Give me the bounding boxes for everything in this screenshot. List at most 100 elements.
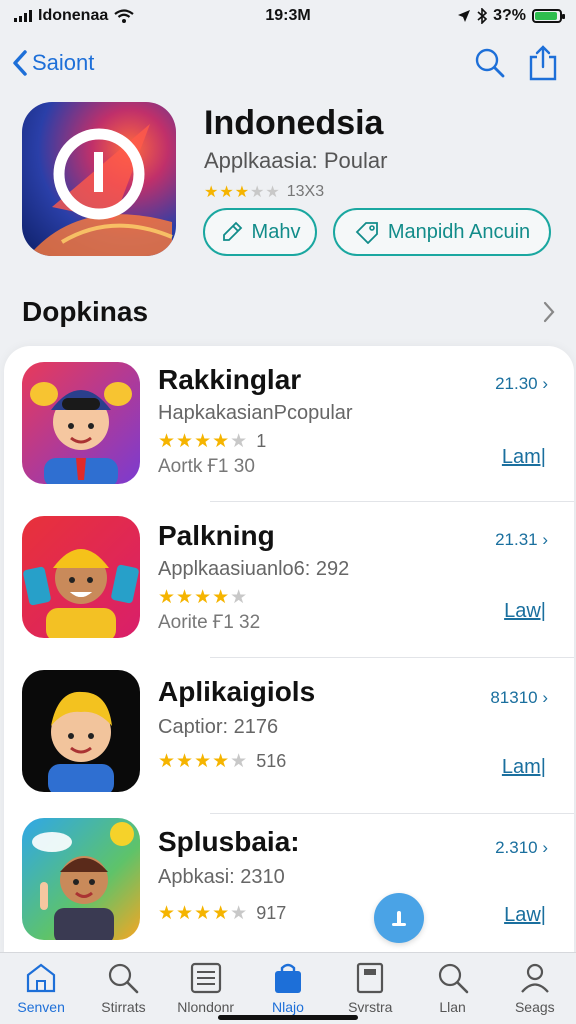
get-button[interactable]: Lam|	[502, 446, 546, 469]
app-title: Rakkinglar	[158, 364, 302, 395]
app-subtitle: Apbkasi: 2310	[158, 866, 285, 888]
hero-buttons: Mahv Manpidh Ancuin	[203, 208, 551, 256]
carrier-label: Idonenaa	[38, 7, 109, 24]
tab-label: Llan	[439, 999, 466, 1015]
app-title: Aplikaigiols	[158, 676, 316, 707]
search-icon	[109, 963, 139, 994]
info-icon	[392, 911, 406, 926]
app-price: 21.31 ›	[495, 530, 548, 549]
app-price: 2.310 ›	[495, 838, 548, 857]
tag-icon	[355, 222, 378, 244]
search-icon	[438, 963, 468, 994]
app-price: 81310 ›	[490, 688, 548, 707]
tab-label: Nlondonr	[177, 999, 235, 1015]
tab-label: Stirrats	[101, 999, 146, 1015]
rating-stars: ★★★★★	[158, 751, 249, 772]
app-rating: ★★★★★ 1	[158, 430, 266, 453]
list-item[interactable]: Palkning Applkaasiuanlo6: 292 ★★★★★ Aori…	[4, 502, 574, 658]
status-right: 3?%	[457, 7, 565, 25]
app-title: Indonedsia	[204, 104, 384, 142]
rating-count: 13X3	[286, 183, 325, 200]
app-icon-rakkinglar	[22, 362, 140, 484]
app-subtitle: Captior: 2176	[158, 716, 279, 738]
character-icon	[48, 691, 114, 792]
tab-bar: Senven Stirrats Nlondonr Nlajo Svrstra L…	[0, 952, 576, 1024]
character-icon	[23, 549, 139, 638]
tab-label: Senven	[17, 999, 65, 1015]
section-header[interactable]: Dopkinas	[22, 296, 556, 328]
character-icon	[30, 382, 132, 484]
app-subtitle: HapkakasianPcopular	[158, 402, 353, 424]
app-subtitle: Applkaasia: Poular	[204, 148, 388, 173]
tab-label: Svrstra	[348, 999, 393, 1015]
app-title: Splusbaia:	[158, 826, 300, 857]
wifi-icon	[114, 9, 134, 23]
section-title: Dopkinas	[22, 296, 149, 327]
list-icon	[190, 962, 221, 994]
book-icon	[357, 962, 384, 994]
location-icon	[458, 10, 471, 22]
app-meta: Aorite Ғ1 32	[158, 612, 261, 633]
nav-actions	[474, 45, 558, 81]
rating-stars: ★★★★★	[158, 431, 249, 452]
tab-label: Nlajo	[272, 999, 304, 1015]
floating-action-button[interactable]	[374, 893, 424, 943]
app-meta: Aortk Ғ1 30	[158, 456, 255, 477]
tab-seags[interactable]: Seags	[499, 961, 571, 1024]
tab-llan[interactable]: Llan	[417, 961, 489, 1024]
bluetooth-icon	[477, 8, 488, 24]
rating-count: 516	[256, 751, 287, 771]
rating-count: 1	[256, 431, 267, 451]
get-button[interactable]: Law|	[504, 904, 546, 927]
app-title: Palkning	[158, 520, 275, 551]
app-list: Rakkinglar HapkakasianPcopular ★★★★★ 1 A…	[4, 346, 574, 956]
rating-stars: ★★★★★	[158, 903, 249, 924]
app-icon-aplikaigiols	[22, 670, 140, 792]
back-label: Saiont	[32, 50, 95, 75]
hero-section: Indonedsia Applkaasia: Poular ★★★★★ 13X3…	[22, 100, 562, 260]
app-rating: ★★★★★	[158, 586, 256, 609]
list-item[interactable]: Splusbaia: Apbkasi: 2310 ★★★★★ 917 2.310…	[4, 814, 574, 970]
person-icon	[520, 963, 549, 993]
edit-button[interactable]: Mahv	[203, 208, 317, 256]
search-icon[interactable]	[474, 47, 506, 79]
battery-fill	[535, 12, 557, 20]
battery-percent: 3?%	[493, 7, 526, 24]
list-item[interactable]: Rakkinglar HapkakasianPcopular ★★★★★ 1 A…	[4, 346, 574, 502]
app-price: 21.30 ›	[495, 374, 548, 393]
manage-button-label: Manpidh Ancuin	[387, 220, 531, 243]
rating-count: 917	[256, 903, 287, 923]
battery-icon	[532, 9, 565, 23]
share-icon[interactable]	[528, 45, 558, 81]
home-indicator	[218, 1015, 358, 1020]
app-rating: ★★★★★ 516	[158, 750, 286, 773]
app-rating: ★★★★★ 13X3	[204, 182, 324, 202]
signal-icon	[14, 10, 32, 22]
hero-app-icon[interactable]	[22, 102, 176, 256]
pencil-icon	[222, 221, 242, 241]
app-subtitle: Applkaasiuanlo6: 292	[158, 558, 350, 580]
app-rating: ★★★★★ 917	[158, 902, 286, 925]
character-icon	[32, 822, 134, 940]
get-button[interactable]: Lam|	[502, 756, 546, 779]
tab-label: Seags	[514, 999, 555, 1015]
back-button[interactable]: Saiont	[12, 49, 94, 77]
status-bar: Idonenaa 19:3M 3?%	[0, 0, 576, 32]
nav-bar: Saiont	[0, 38, 576, 88]
app-icon-splusbaia	[22, 818, 140, 940]
status-left: Idonenaa	[14, 7, 134, 25]
app-icon-palkning	[22, 516, 140, 638]
bag-icon	[274, 963, 301, 993]
get-button[interactable]: Law|	[504, 600, 546, 623]
rating-stars: ★★★★★	[158, 587, 249, 608]
tab-senven[interactable]: Senven	[5, 961, 77, 1024]
chevron-right-icon[interactable]	[542, 300, 556, 324]
home-icon	[27, 963, 56, 993]
manage-button[interactable]: Manpidh Ancuin	[333, 208, 551, 256]
app-logo-icon	[32, 124, 173, 256]
edit-button-label: Mahv	[251, 220, 301, 243]
chevron-left-icon	[13, 50, 27, 76]
tab-stirrats[interactable]: Stirrats	[87, 961, 159, 1024]
list-item[interactable]: Aplikaigiols Captior: 2176 ★★★★★ 516 813…	[4, 658, 574, 814]
rating-stars: ★★★★★	[204, 184, 281, 201]
